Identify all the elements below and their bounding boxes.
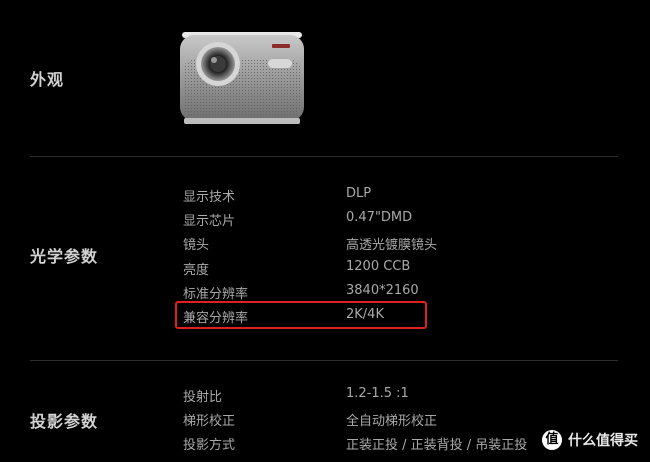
spec-value: 全自动梯形校正 (346, 414, 438, 429)
spec-label: 标准分辨率 (183, 287, 249, 302)
spec-label: 投影方式 (183, 438, 236, 453)
section-title-appearance: 外观 (30, 70, 65, 89)
spec-value: 1200 CCB (346, 259, 411, 274)
projector-image (180, 32, 304, 124)
spec-label: 梯形校正 (183, 414, 236, 429)
watermark-text: 什么值得买 (568, 433, 638, 449)
zhi-badge-icon: 值 (542, 430, 562, 450)
spec-label: 投射比 (183, 390, 223, 405)
spec-value: DLP (346, 186, 372, 201)
spec-label: 亮度 (183, 263, 210, 278)
spec-value: 正装正投 / 正装背投 / 吊装正投 (346, 438, 528, 453)
section-title-projection: 投影参数 (30, 412, 99, 431)
spec-label: 镜头 (183, 238, 210, 253)
watermark: 值 什么值得买 (542, 430, 638, 450)
spec-value: 0.47"DMD (346, 210, 413, 225)
section-title-optical: 光学参数 (30, 247, 99, 266)
section-divider (30, 360, 618, 361)
spec-value: 高透光镀膜镜头 (346, 238, 438, 253)
spec-label: 显示技术 (183, 190, 236, 205)
spec-label: 显示芯片 (183, 214, 236, 229)
spec-value: 3840*2160 (346, 283, 419, 298)
section-divider (30, 156, 618, 157)
highlight-box (175, 301, 427, 329)
spec-value: 1.2-1.5 :1 (346, 386, 409, 401)
